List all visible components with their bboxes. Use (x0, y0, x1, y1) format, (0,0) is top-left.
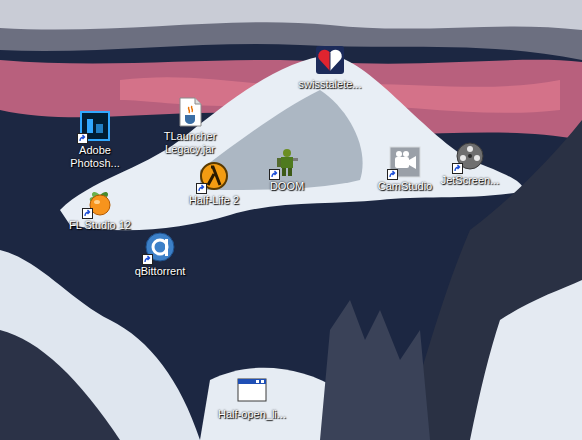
desktop-icon[interactable]: qBittorrent (124, 231, 196, 278)
desktop-icon[interactable]: swisstalete... (294, 44, 366, 91)
shortcut-arrow-icon (196, 183, 207, 194)
swisstalete-icon (314, 44, 346, 76)
icon-label: Adobe Photosh... (59, 144, 131, 170)
icon-label: DOOM (251, 180, 323, 193)
icon-label: CamStudio (369, 180, 441, 193)
icon-image (79, 110, 111, 142)
desktop-icon[interactable]: JetScreen... (434, 140, 506, 187)
desktop: swisstalete... TLauncher Legacy.jar Adobe … (0, 0, 582, 440)
desktop-icon[interactable]: DOOM (251, 146, 323, 193)
icon-image (198, 160, 230, 192)
jar-file-icon (174, 96, 206, 128)
desktop-icon[interactable]: Half-Life 2 (178, 160, 250, 207)
shortcut-arrow-icon (387, 169, 398, 180)
icon-image (314, 44, 346, 76)
icon-image (271, 146, 303, 178)
desktop-icon[interactable]: FL Studio 12 (64, 185, 136, 232)
shortcut-arrow-icon (82, 208, 93, 219)
icon-label: JetScreen... (434, 174, 506, 187)
icon-image (174, 96, 206, 128)
shortcut-arrow-icon (77, 133, 88, 144)
desktop-icon[interactable]: Half-open_li... (216, 374, 288, 421)
icon-image (236, 374, 268, 406)
icon-label: qBittorrent (124, 265, 196, 278)
icon-label: swisstalete... (294, 78, 366, 91)
desktop-icon[interactable]: CamStudio (369, 146, 441, 193)
icon-image (454, 140, 486, 172)
desktop-icon[interactable]: TLauncher Legacy.jar (154, 96, 226, 156)
icon-label: FL Studio 12 (64, 219, 136, 232)
shortcut-arrow-icon (452, 163, 463, 174)
icon-image (84, 185, 116, 217)
shortcut-arrow-icon (142, 254, 153, 265)
icon-label: Half-open_li... (216, 408, 288, 421)
icon-image (389, 146, 421, 178)
icon-label: Half-Life 2 (178, 194, 250, 207)
window-file-icon (236, 374, 268, 406)
icon-image (144, 231, 176, 263)
shortcut-arrow-icon (269, 169, 280, 180)
icon-label: TLauncher Legacy.jar (154, 130, 226, 156)
desktop-icon[interactable]: Adobe Photosh... (59, 110, 131, 170)
